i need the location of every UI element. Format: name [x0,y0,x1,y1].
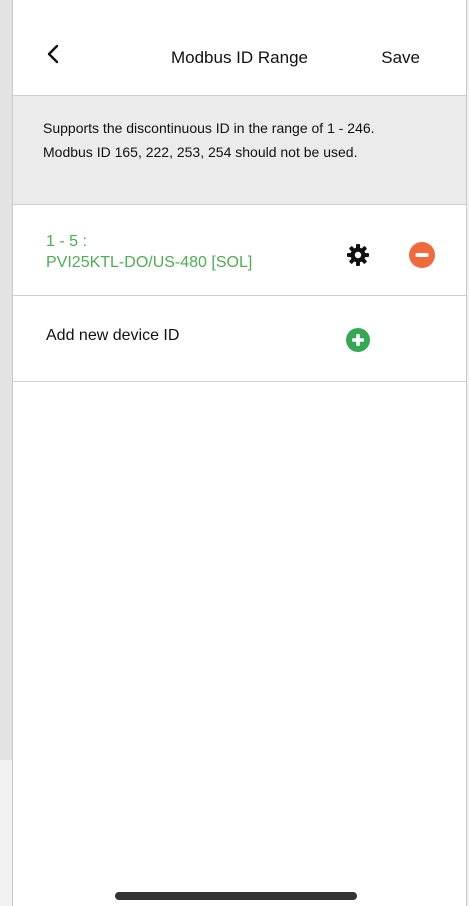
background-strip [0,0,12,760]
modbus-id-range-screen: Modbus ID Range Save Supports the discon… [12,0,467,906]
plus-circle-icon[interactable] [346,328,370,352]
info-text-line-1: Supports the discontinuous ID in the ran… [43,120,375,136]
top-bar: Modbus ID Range Save [13,0,466,96]
gear-icon[interactable] [346,243,370,267]
add-device-row[interactable]: Add new device ID [13,296,466,382]
add-device-label: Add new device ID [46,327,180,344]
info-text-line-2: Modbus ID 165, 222, 253, 254 should not … [43,144,358,160]
device-row[interactable]: 1 - 5 : PVI25KTL-DO/US-480 [SOL] [13,205,466,296]
info-banner: Supports the discontinuous ID in the ran… [13,96,466,205]
save-button[interactable]: Save [381,48,420,68]
device-range: 1 - 5 : [46,233,87,250]
minus-circle-icon[interactable] [409,242,435,268]
device-name: PVI25KTL-DO/US-480 [SOL] [46,254,253,271]
home-indicator [115,892,357,900]
